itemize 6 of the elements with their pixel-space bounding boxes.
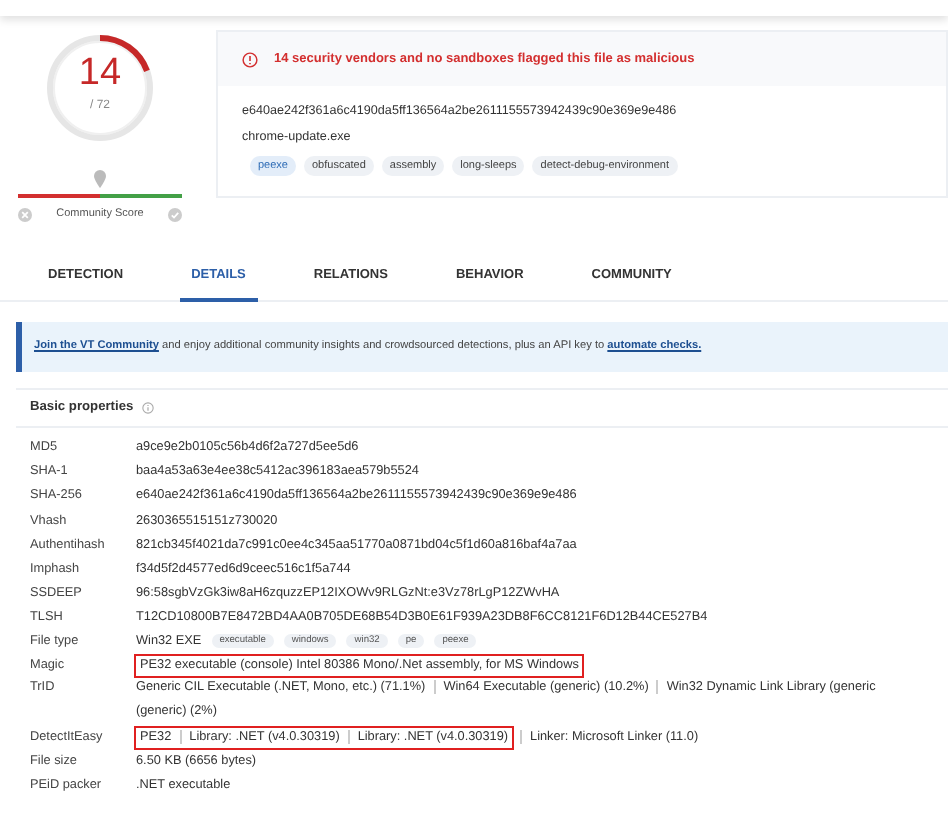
location-pin-icon xyxy=(94,170,106,188)
info-icon[interactable] xyxy=(141,402,154,414)
detection-count: 14 xyxy=(76,54,124,92)
warning-icon xyxy=(242,51,258,67)
close-icon[interactable] xyxy=(18,207,33,222)
check-icon[interactable] xyxy=(167,207,182,222)
